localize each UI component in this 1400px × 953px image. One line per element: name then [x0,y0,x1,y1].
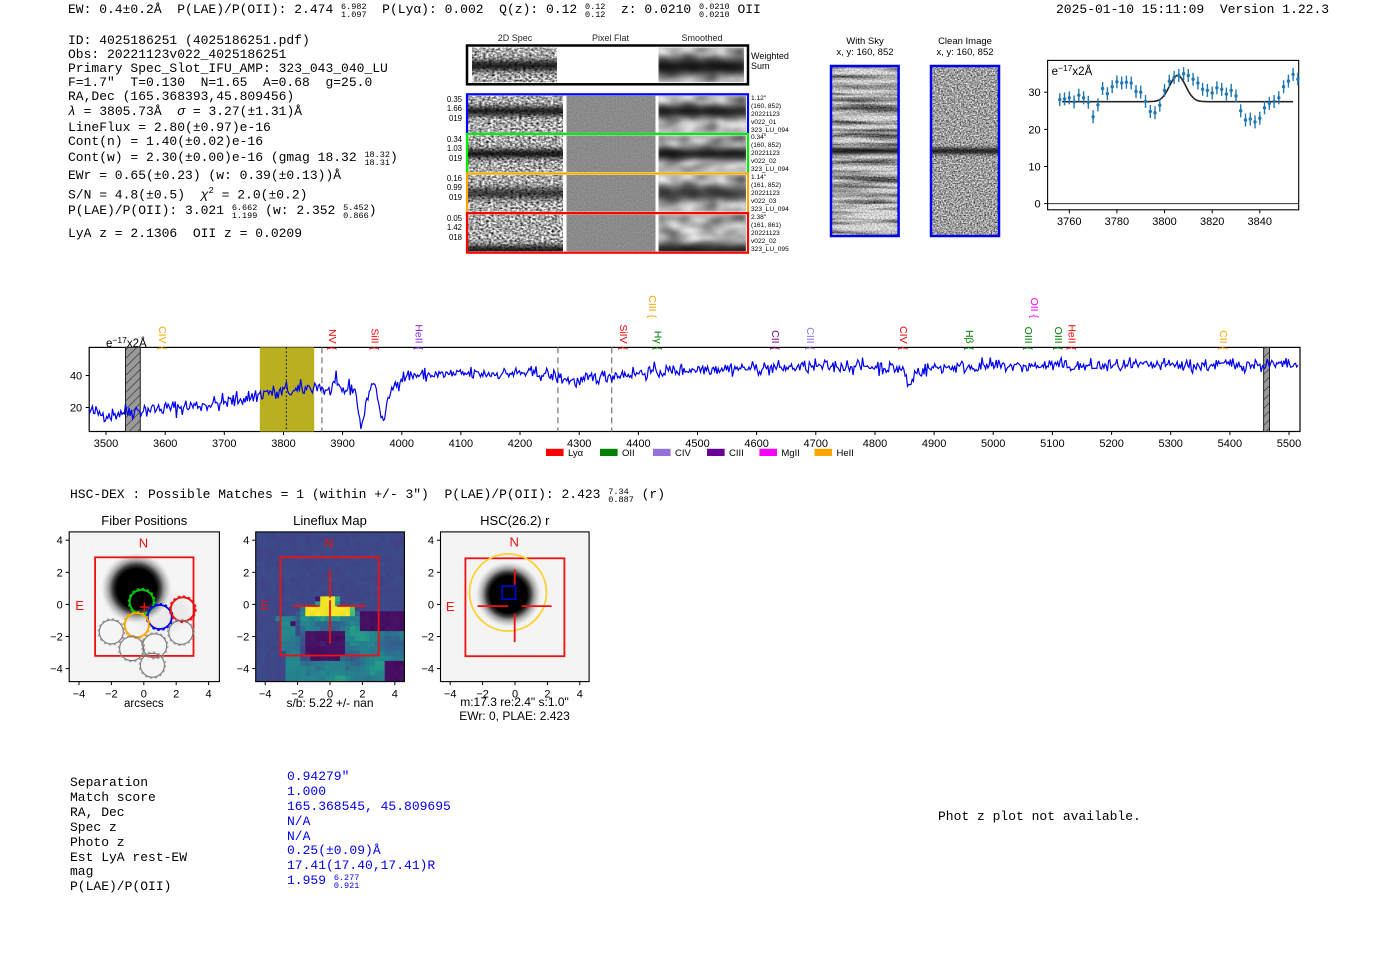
svg-text:4: 4 [243,535,249,547]
svg-text:EWr: 0, PLAE: 2.423: EWr: 0, PLAE: 2.423 [459,709,570,723]
svg-text:−4: −4 [50,664,63,676]
svg-text:4: 4 [392,689,398,701]
svg-text:0: 0 [428,599,434,611]
svg-text:0: 0 [243,599,249,611]
svg-text:arcsecs: arcsecs [124,698,164,710]
svg-text:N: N [139,536,148,551]
svg-text:2: 2 [57,567,63,579]
svg-text:−2: −2 [50,632,63,644]
svg-text:E: E [446,599,455,614]
svg-text:0: 0 [57,599,63,611]
svg-text:−4: −4 [421,664,434,676]
svg-text:−4: −4 [444,689,457,701]
svg-text:HSC(26.2) r: HSC(26.2) r [480,513,550,528]
svg-text:Fiber Positions: Fiber Positions [101,513,187,528]
svg-text:−2: −2 [237,632,250,644]
svg-text:−4: −4 [259,689,272,701]
svg-text:2: 2 [428,567,434,579]
svg-text:E: E [75,598,84,613]
svg-text:Lineflux Map: Lineflux Map [293,513,367,528]
svg-text:E: E [261,598,270,613]
svg-text:2: 2 [173,689,179,701]
svg-text:4: 4 [57,535,63,547]
svg-text:−4: −4 [73,689,86,701]
svg-text:−2: −2 [105,689,118,701]
svg-text:2: 2 [243,567,249,579]
svg-text:N: N [510,535,519,550]
svg-text:s/b: 5.22 +/- nan: s/b: 5.22 +/- nan [286,696,373,710]
svg-text:m:17.3 re:2.4" s:1.0": m:17.3 re:2.4" s:1.0" [460,695,569,709]
svg-text:4: 4 [428,535,434,547]
svg-text:4: 4 [206,689,212,701]
svg-text:4: 4 [577,689,583,701]
svg-text:−4: −4 [237,664,250,676]
svg-text:N: N [324,536,333,551]
svg-text:−2: −2 [421,632,434,644]
